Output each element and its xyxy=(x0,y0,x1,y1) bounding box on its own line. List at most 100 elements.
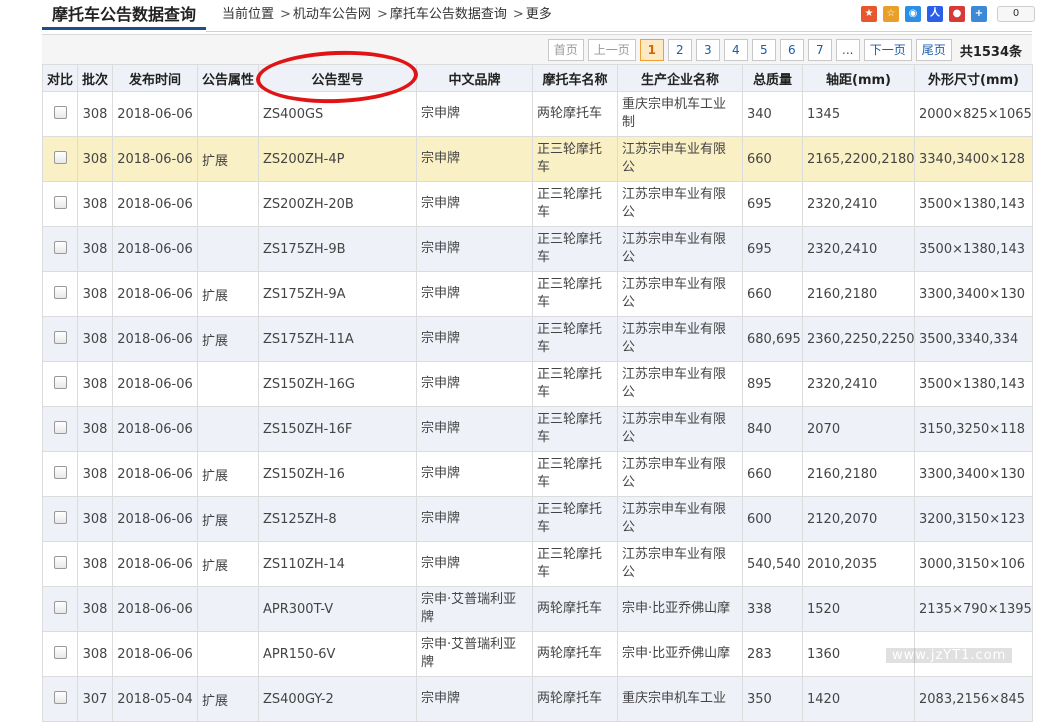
table-row[interactable]: 308 2018-06-06 ZS150ZH-16F 宗申牌 正三轮摩托车 江苏宗申车业有… xyxy=(42,406,1033,452)
breadcrumb-link-motor-vehicle[interactable]: 机动车公告网 xyxy=(293,7,371,22)
table-row[interactable]: 308 2018-06-06 扩展 ZS150ZH-16 宗申牌 正三轮摩托车 江苏宗申车业… xyxy=(42,451,1033,497)
cell-wheelbase: 2070 xyxy=(802,406,915,452)
prev-page-button[interactable]: 上一页 xyxy=(587,39,636,61)
cell-model[interactable]: ZS150ZH-16 xyxy=(258,451,417,497)
cell-wheelbase: 2320,2410 xyxy=(802,226,915,272)
cell-model[interactable]: ZS400GS xyxy=(258,91,417,137)
table-row[interactable]: 308 2018-06-06 扩展 ZS175ZH-9A 宗申牌 正三轮摩托车 江苏宗申车业… xyxy=(42,271,1033,317)
page-button-6[interactable]: 6 xyxy=(779,39,804,61)
cell-model[interactable]: APR300T-V xyxy=(258,586,417,632)
cell-maker[interactable]: 重庆宗申机车工业 xyxy=(617,676,743,722)
cell-batch: 308 xyxy=(77,361,113,407)
compare-checkbox[interactable] xyxy=(53,105,67,119)
col-header-mass[interactable]: 总质量 xyxy=(742,64,803,92)
table-row[interactable]: 308 2018-06-06 ZS150ZH-16G 宗申牌 正三轮摩托车 江苏宗申车业有… xyxy=(42,361,1033,407)
breadcrumb-current-label: 当前位置 xyxy=(222,7,275,22)
compare-checkbox[interactable] xyxy=(53,375,67,389)
share-qzone-icon[interactable]: ★ xyxy=(861,6,877,22)
cell-model[interactable]: ZS150ZH-16F xyxy=(258,406,417,452)
cell-model[interactable]: ZS150ZH-16G xyxy=(258,361,417,407)
page-button-ellipsis[interactable]: ... xyxy=(835,39,860,61)
page-button-2[interactable]: 2 xyxy=(667,39,692,61)
last-page-button[interactable]: 尾页 xyxy=(915,39,952,61)
cell-maker[interactable]: 江苏宗申车业有限公 xyxy=(617,181,743,227)
cell-attr: 扩展 xyxy=(197,451,259,497)
col-header-model[interactable]: 公告型号 xyxy=(258,64,417,92)
cell-maker[interactable]: 江苏宗申车业有限公 xyxy=(617,406,743,452)
first-page-button[interactable]: 首页 xyxy=(547,39,584,61)
share-renren-icon[interactable]: 人 xyxy=(927,6,943,22)
cell-size: 3150,3250×118 xyxy=(914,406,1033,452)
breadcrumb-link-motorcycle-query[interactable]: 摩托车公告数据查询 xyxy=(390,7,507,22)
share-kaixin-icon[interactable]: ● xyxy=(949,6,965,22)
compare-checkbox[interactable] xyxy=(53,195,67,209)
compare-checkbox[interactable] xyxy=(53,510,67,524)
compare-checkbox[interactable] xyxy=(53,465,67,479)
col-header-name[interactable]: 摩托车名称 xyxy=(532,64,618,92)
compare-checkbox[interactable] xyxy=(53,150,67,164)
cell-attr xyxy=(197,361,259,407)
cell-maker[interactable]: 江苏宗申车业有限公 xyxy=(617,226,743,272)
page-button-7[interactable]: 7 xyxy=(807,39,832,61)
table-row[interactable]: 308 2018-06-06 APR150-6V 宗申·艾普瑞利亚牌 两轮摩托车 宗申·比… xyxy=(42,631,1033,677)
compare-checkbox[interactable] xyxy=(53,420,67,434)
cell-maker[interactable]: 宗申·比亚乔佛山摩 xyxy=(617,631,743,677)
cell-model[interactable]: ZS175ZH-9A xyxy=(258,271,417,317)
col-header-maker[interactable]: 生产企业名称 xyxy=(617,64,743,92)
table-row[interactable]: 308 2018-06-06 ZS400GS 宗申牌 两轮摩托车 重庆宗申机车工业制 340… xyxy=(42,91,1033,137)
share-favorite-icon[interactable]: ☆ xyxy=(883,6,899,22)
table-row[interactable]: 308 2018-06-06 扩展 ZS110ZH-14 宗申牌 正三轮摩托车 江苏宗申车业… xyxy=(42,541,1033,587)
cell-batch: 308 xyxy=(77,226,113,272)
col-header-date[interactable]: 发布时间 xyxy=(112,64,198,92)
cell-model[interactable]: ZS400GY-2 xyxy=(258,676,417,722)
table-row[interactable]: 308 2018-06-06 ZS175ZH-9B 宗申牌 正三轮摩托车 江苏宗申车业有限… xyxy=(42,226,1033,272)
cell-model[interactable]: APR150-6V xyxy=(258,631,417,677)
breadcrumb-more[interactable]: 更多 xyxy=(526,7,552,22)
compare-checkbox[interactable] xyxy=(53,240,67,254)
cell-model[interactable]: ZS175ZH-11A xyxy=(258,316,417,362)
table-row[interactable]: 308 2018-06-06 ZS200ZH-20B 宗申牌 正三轮摩托车 江苏宗申车业有… xyxy=(42,181,1033,227)
col-header-size[interactable]: 外形尺寸(mm) xyxy=(914,64,1033,92)
cell-maker[interactable]: 江苏宗申车业有限公 xyxy=(617,271,743,317)
table-row[interactable]: 308 2018-06-06 APR300T-V 宗申·艾普瑞利亚牌 两轮摩托车 宗申·比… xyxy=(42,586,1033,632)
col-header-brand[interactable]: 中文品牌 xyxy=(416,64,533,92)
cell-maker[interactable]: 宗申·比亚乔佛山摩 xyxy=(617,586,743,632)
table-row[interactable]: 308 2018-06-06 扩展 ZS125ZH-8 宗申牌 正三轮摩托车 江苏宗申车业有… xyxy=(42,496,1033,542)
compare-checkbox[interactable] xyxy=(53,690,67,704)
cell-model[interactable]: ZS110ZH-14 xyxy=(258,541,417,587)
cell-maker[interactable]: 江苏宗申车业有限公 xyxy=(617,316,743,362)
compare-checkbox[interactable] xyxy=(53,555,67,569)
cell-model[interactable]: ZS200ZH-20B xyxy=(258,181,417,227)
table-row[interactable]: 308 2018-06-06 扩展 ZS175ZH-11A 宗申牌 正三轮摩托车 江苏宗申车… xyxy=(42,316,1033,362)
cell-maker[interactable]: 江苏宗申车业有限公 xyxy=(617,361,743,407)
page-button-5[interactable]: 5 xyxy=(751,39,776,61)
share-weibo-icon[interactable]: ◉ xyxy=(905,6,921,22)
next-page-button[interactable]: 下一页 xyxy=(863,39,912,61)
cell-mass: 680,695 xyxy=(742,316,803,362)
page-button-4[interactable]: 4 xyxy=(723,39,748,61)
col-header-attr[interactable]: 公告属性 xyxy=(197,64,259,92)
page-button-1[interactable]: 1 xyxy=(639,39,664,61)
cell-model[interactable]: ZS125ZH-8 xyxy=(258,496,417,542)
cell-batch: 308 xyxy=(77,496,113,542)
compare-checkbox[interactable] xyxy=(53,330,67,344)
table-row[interactable]: 307 2018-05-04 扩展 ZS400GY-2 宗申牌 两轮摩托车 重庆宗申机车工业… xyxy=(42,676,1033,722)
cell-model[interactable]: ZS175ZH-9B xyxy=(258,226,417,272)
share-more-icon[interactable]: + xyxy=(971,6,987,22)
cell-batch: 308 xyxy=(77,631,113,677)
cell-mass: 338 xyxy=(742,586,803,632)
compare-checkbox[interactable] xyxy=(53,645,67,659)
page-button-3[interactable]: 3 xyxy=(695,39,720,61)
cell-model[interactable]: ZS200ZH-4P xyxy=(258,136,417,182)
cell-maker[interactable]: 江苏宗申车业有限公 xyxy=(617,451,743,497)
cell-maker[interactable]: 重庆宗申机车工业制 xyxy=(617,91,743,137)
col-header-batch[interactable]: 批次 xyxy=(77,64,113,92)
cell-maker[interactable]: 江苏宗申车业有限公 xyxy=(617,496,743,542)
cell-maker[interactable]: 江苏宗申车业有限公 xyxy=(617,136,743,182)
compare-checkbox[interactable] xyxy=(53,285,67,299)
table-row[interactable]: 308 2018-06-06 扩展 ZS200ZH-4P 宗申牌 正三轮摩托车 江苏宗申车业… xyxy=(42,136,1033,182)
cell-maker[interactable]: 江苏宗申车业有限公 xyxy=(617,541,743,587)
compare-checkbox[interactable] xyxy=(53,600,67,614)
cell-compare xyxy=(42,226,78,272)
col-header-wheelbase[interactable]: 轴距(mm) xyxy=(802,64,915,92)
